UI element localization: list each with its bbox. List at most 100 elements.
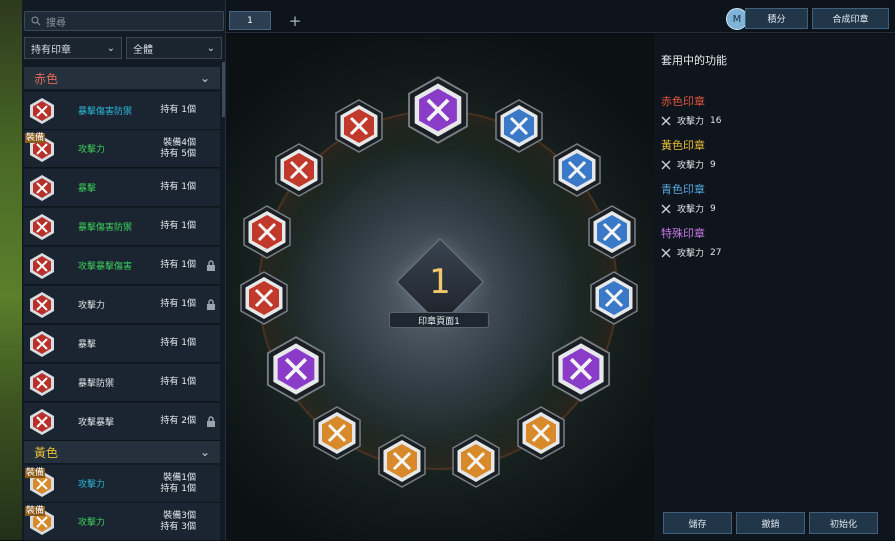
seal-slot[interactable] <box>237 271 291 325</box>
seal-icon: 裝備 <box>25 467 57 499</box>
seal-icon <box>27 96 57 126</box>
effect-stat-name: 攻擊力 <box>677 205 705 215</box>
effect-group-title: 青色印章 <box>661 183 705 196</box>
effect-stat-value: 9 <box>710 159 716 170</box>
effect-stat: 攻擊力 16 <box>661 114 721 127</box>
effect-group-title: 赤色印章 <box>661 95 705 108</box>
seal-slot[interactable] <box>332 99 386 153</box>
seal-count: 持有 1個 <box>160 260 196 270</box>
seal-count: 持有 1個 <box>160 105 196 115</box>
points-button[interactable]: 積分 <box>745 8 808 29</box>
search-input[interactable]: 搜尋 <box>24 11 224 31</box>
seal-name: 暴擊防禦 <box>78 379 115 389</box>
seal-list-item[interactable]: 裝備 攻擊力 裝備3個 持有 3個 <box>24 503 220 541</box>
seal-slot[interactable] <box>492 99 546 153</box>
scope-filter-label: 全體 <box>133 44 153 56</box>
seal-list-item[interactable]: 暴擊傷害防禦 持有 1個 <box>24 92 220 130</box>
effect-stat: 攻擊力 9 <box>661 202 716 215</box>
seal-name: 攻擊力 <box>78 480 106 490</box>
seal-icon <box>27 407 57 437</box>
section-red-label: 赤色 <box>34 71 59 86</box>
chevron-down-icon: ⌄ <box>206 42 215 54</box>
section-yellow-header[interactable]: 黃色 ⌄ <box>24 441 220 463</box>
swords-icon <box>661 248 671 257</box>
effect-group-title: 特殊印章 <box>661 227 705 240</box>
search-placeholder: 搜尋 <box>46 17 66 29</box>
seal-slot[interactable] <box>263 336 329 402</box>
seal-slot[interactable] <box>404 76 472 144</box>
seal-list-item[interactable]: 裝備攻擊力 裝備1個 持有 1個 <box>24 465 220 503</box>
page-label: 印章頁面1 <box>389 312 489 328</box>
applied-effects-panel <box>654 34 895 540</box>
list-scrollbar[interactable] <box>222 62 225 117</box>
section-red-header[interactable]: 赤色 ⌄ <box>24 67 220 89</box>
seal-slot[interactable] <box>550 143 604 197</box>
seal-count: 持有 1個 <box>160 338 196 348</box>
seal-name: 攻擊暴擊 <box>78 418 115 428</box>
seal-slot[interactable] <box>272 143 326 197</box>
search-icon <box>31 16 41 26</box>
effect-stat-name: 攻擊力 <box>677 249 705 259</box>
add-tab-button[interactable]: + <box>287 11 303 30</box>
reset-button[interactable]: 初始化 <box>809 512 878 534</box>
chevron-down-icon: ⌄ <box>106 42 115 54</box>
lock-icon <box>204 299 218 310</box>
seal-count: 持有 1個 <box>160 299 196 309</box>
seal-list-item[interactable]: 攻擊暴擊 持有 2個 <box>24 403 220 441</box>
seal-name: 攻擊力 <box>78 518 106 528</box>
seal-slot[interactable] <box>587 271 641 325</box>
seal-icon <box>27 329 57 359</box>
chevron-down-icon: ⌄ <box>199 71 210 85</box>
equipped-badge: 裝備 <box>25 132 46 143</box>
page-number: 1 <box>429 262 451 302</box>
lock-icon <box>204 260 218 271</box>
seal-list-item[interactable]: 攻擊力 持有 1個 <box>24 286 220 324</box>
seal-slot[interactable] <box>548 336 614 402</box>
seal-slot[interactable] <box>240 205 294 259</box>
seal-slot[interactable] <box>585 205 639 259</box>
effect-stat-value: 16 <box>710 115 722 126</box>
owned-filter-label: 持有印章 <box>31 44 71 56</box>
section-yellow-label: 黃色 <box>34 445 59 460</box>
tab-page-1[interactable]: 1 <box>229 11 271 30</box>
effect-stat: 攻擊力 9 <box>661 158 716 171</box>
seal-list-item[interactable]: 暴擊防禦 持有 1個 <box>24 364 220 402</box>
seal-name: 攻擊暴擊傷害 <box>78 262 133 272</box>
seal-name: 暴擊傷害防禦 <box>78 107 133 117</box>
cancel-button[interactable]: 撤銷 <box>736 512 805 534</box>
seal-list-item[interactable]: 攻擊暴擊傷害 持有 1個 <box>24 247 220 285</box>
effect-group-title: 黃色印章 <box>661 139 705 152</box>
synthesize-seal-button[interactable]: 合成印章 <box>812 8 889 29</box>
save-button[interactable]: 儲存 <box>663 512 732 534</box>
applied-effects-title: 套用中的功能 <box>661 54 727 67</box>
seal-count: 持有 1個 <box>160 377 196 387</box>
game-world-background <box>0 0 22 540</box>
seal-count: 裝備4個 持有 5個 <box>160 137 196 159</box>
swords-icon <box>661 116 671 125</box>
seal-name: 暴擊 <box>78 340 97 350</box>
equipped-badge: 裝備 <box>25 467 46 478</box>
equipped-badge: 裝備 <box>25 505 46 516</box>
seal-list-item[interactable]: 暴擊 持有 1個 <box>24 169 220 207</box>
seal-list-item[interactable]: 暴擊 持有 1個 <box>24 325 220 363</box>
seal-list-item[interactable]: 暴擊傷害防禦 持有 1個 <box>24 208 220 246</box>
seal-name: 攻擊力 <box>78 301 106 311</box>
scope-filter-dropdown[interactable]: 全體 ⌄ <box>126 37 222 59</box>
effect-stat-value: 9 <box>710 203 716 214</box>
seal-list-item[interactable]: 裝備攻擊力 裝備4個 持有 5個 <box>24 130 220 168</box>
swords-icon <box>661 160 671 169</box>
seal-name: 攻擊力 <box>78 145 106 155</box>
seal-count: 裝備1個 持有 1個 <box>160 472 196 494</box>
seal-slot[interactable] <box>310 406 364 460</box>
chevron-down-icon: ⌄ <box>199 445 210 459</box>
seal-icon: 裝備 <box>25 505 57 537</box>
seal-slot[interactable] <box>375 434 429 488</box>
seal-icon <box>27 290 57 320</box>
effect-stat: 攻擊力 27 <box>661 246 721 259</box>
effect-stat-name: 攻擊力 <box>677 161 705 171</box>
seal-icon <box>27 368 57 398</box>
seal-name: 暴擊傷害防禦 <box>78 223 133 233</box>
owned-filter-dropdown[interactable]: 持有印章 ⌄ <box>24 37 122 59</box>
seal-slot[interactable] <box>514 406 568 460</box>
seal-slot[interactable] <box>449 434 503 488</box>
